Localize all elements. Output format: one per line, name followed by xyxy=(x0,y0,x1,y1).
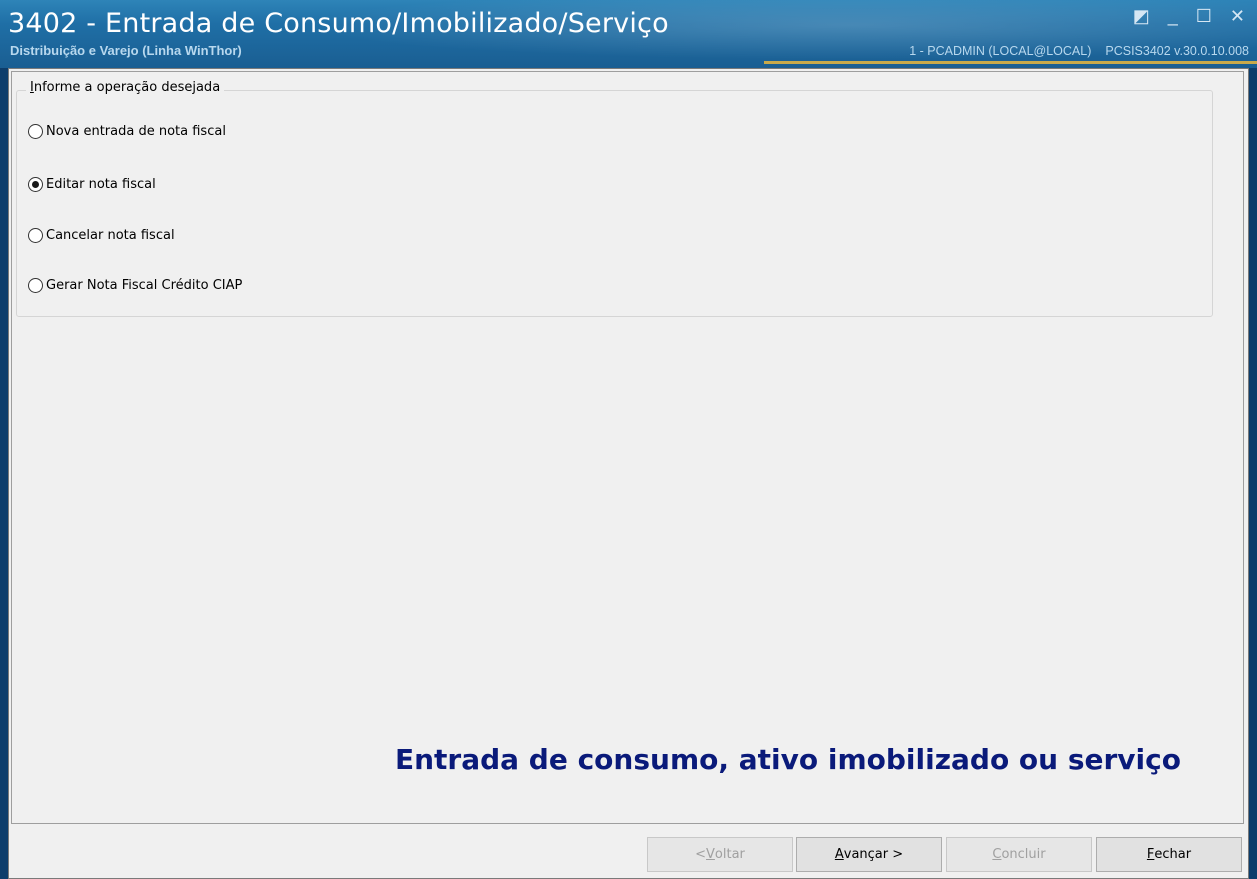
back-button[interactable]: < Voltar xyxy=(647,837,793,872)
close-icon[interactable]: ✕ xyxy=(1230,6,1245,26)
btn-text: oncluir xyxy=(1001,847,1046,862)
radio-circle-checked[interactable] xyxy=(28,177,43,192)
radio-label: Nova entrada de nota fiscal xyxy=(46,124,226,139)
radio-label: Cancelar nota fiscal xyxy=(46,228,175,243)
radio-circle[interactable] xyxy=(28,228,43,243)
restore-icon[interactable]: ◩ xyxy=(1133,6,1150,26)
window-subtitle: Distribuição e Varejo (Linha WinThor) xyxy=(10,43,242,58)
wizard-page: Informe a operação desejada Nova entrada… xyxy=(11,71,1244,824)
user-info: 1 - PCADMIN (LOCAL@LOCAL) xyxy=(909,44,1092,58)
btn-text: oltar xyxy=(714,847,745,862)
btn-accel: C xyxy=(992,847,1002,862)
wizard-banner: Entrada de consumo, ativo imobilizado ou… xyxy=(394,743,1181,776)
accent-line xyxy=(764,61,1257,64)
radio-circle[interactable] xyxy=(28,124,43,139)
close-button[interactable]: Fechar xyxy=(1096,837,1242,872)
next-button[interactable]: Avançar > xyxy=(796,837,942,872)
operation-legend: Informe a operação desejada xyxy=(26,80,225,95)
btn-text: echar xyxy=(1154,847,1192,862)
radio-circle[interactable] xyxy=(28,278,43,293)
btn-accel: F xyxy=(1146,847,1155,862)
radio-gerar-ciap[interactable]: Gerar Nota Fiscal Crédito CIAP xyxy=(28,278,242,293)
radio-cancelar[interactable]: Cancelar nota fiscal xyxy=(28,228,175,243)
version-info: PCSIS3402 v.30.0.10.008 xyxy=(1105,44,1249,58)
btn-accel: V xyxy=(706,847,715,862)
title-bar: 3402 - Entrada de Consumo/Imobilizado/Se… xyxy=(0,0,1257,68)
btn-accel: A xyxy=(834,847,844,862)
btn-text: vançar > xyxy=(843,847,904,862)
btn-prefix: < xyxy=(695,847,706,862)
radio-label: Editar nota fiscal xyxy=(46,177,156,192)
radio-label: Gerar Nota Fiscal Crédito CIAP xyxy=(46,278,243,293)
window-controls: ◩ _ ☐ ✕ xyxy=(1133,6,1245,26)
radio-nova-entrada[interactable]: Nova entrada de nota fiscal xyxy=(28,124,226,139)
window-client: Informe a operação desejada Nova entrada… xyxy=(8,68,1249,879)
window-title: 3402 - Entrada de Consumo/Imobilizado/Se… xyxy=(8,8,669,39)
maximize-icon[interactable]: ☐ xyxy=(1196,6,1212,26)
finish-button[interactable]: Concluir xyxy=(946,837,1092,872)
radio-editar[interactable]: Editar nota fiscal xyxy=(28,177,156,192)
legend-text: nforme a operação desejada xyxy=(33,80,221,95)
session-info: 1 - PCADMIN (LOCAL@LOCAL) PCSIS3402 v.30.… xyxy=(909,44,1249,58)
minimize-icon[interactable]: _ xyxy=(1168,6,1178,26)
